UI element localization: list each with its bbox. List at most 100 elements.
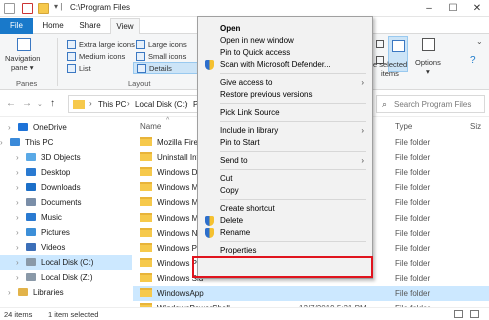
details-label: Details <box>149 64 172 73</box>
folder-icon <box>140 137 152 146</box>
details-view-icon[interactable] <box>454 310 463 318</box>
menu-item-pin-to-start[interactable]: Pin to Start <box>198 137 372 149</box>
tab-home[interactable]: Home <box>36 18 70 34</box>
nav-item-libraries[interactable]: › Libraries <box>0 285 132 300</box>
file-type: File folder <box>395 183 431 192</box>
folder-icon <box>140 243 152 252</box>
menu-item-delete[interactable]: Delete <box>198 215 372 227</box>
expand-chevron-icon[interactable]: › <box>16 210 19 225</box>
expand-chevron-icon[interactable]: › <box>16 180 19 195</box>
menu-item-label: Open <box>220 24 241 33</box>
medium-icons-icon <box>67 52 76 61</box>
file-row[interactable]: WindowsApp File folder <box>133 286 489 301</box>
breadcrumb-this-pc[interactable]: This PC <box>98 100 126 109</box>
nav-item-downloads[interactable]: › Downloads <box>0 180 132 195</box>
layout-group-label: Layout <box>128 79 151 88</box>
small-icons-label: Small icons <box>148 52 187 61</box>
tab-view[interactable]: View <box>110 18 140 34</box>
expand-chevron-icon[interactable]: › <box>16 270 19 285</box>
nav-item-local-disk-z[interactable]: › Local Disk (Z:) <box>0 270 132 285</box>
nav-item-onedrive[interactable]: › OneDrive <box>0 120 132 135</box>
search-placeholder: Search Program Files <box>394 100 472 109</box>
menu-item-pick-link-source[interactable]: Pick Link Source <box>198 107 372 119</box>
nav-item-desktop[interactable]: › Desktop <box>0 165 132 180</box>
maximize-icon[interactable]: ☐ <box>441 0 465 17</box>
folder-icon <box>140 197 152 206</box>
breadcrumb-local-disk[interactable]: Local Disk (C:) <box>135 100 187 109</box>
expand-chevron-icon[interactable]: › <box>0 135 3 150</box>
nav-item-label: OneDrive <box>33 123 67 132</box>
navigation-pane-button[interactable]: Navigation pane ▾ <box>5 38 45 72</box>
nav-item-local-disk-c[interactable]: › Local Disk (C:) <box>0 255 132 270</box>
menu-item-label: Include in library <box>220 126 279 135</box>
expand-chevron-icon[interactable]: › <box>16 225 19 240</box>
minimize-icon[interactable]: – <box>417 0 441 17</box>
menu-item-pin-to-quick-access[interactable]: Pin to Quick access <box>198 47 372 59</box>
properties-quick-icon[interactable] <box>22 3 33 14</box>
nav-item-videos[interactable]: › Videos <box>0 240 132 255</box>
menu-item-label: Pin to Start <box>220 138 260 147</box>
file-name: WindowsApp <box>157 289 204 298</box>
nav-item-documents[interactable]: › Documents <box>0 195 132 210</box>
nav-item-3d-objects[interactable]: › 3D Objects <box>0 150 132 165</box>
desktop-icon <box>26 168 36 176</box>
file-name: Windows Mu <box>157 214 203 223</box>
menu-item-rename[interactable]: Rename <box>198 227 372 239</box>
details-option[interactable]: Details <box>133 62 199 74</box>
tab-file[interactable]: File <box>0 18 33 34</box>
back-icon[interactable]: ← <box>6 98 16 109</box>
up-icon[interactable]: ↑ <box>50 98 55 109</box>
menu-item-label: Scan with Microsoft Defender... <box>220 60 331 69</box>
file-name: Windows Me <box>157 198 203 207</box>
menu-item-give-access-to[interactable]: Give access to › <box>198 77 372 89</box>
options-button[interactable]: Options ▾ <box>414 38 444 76</box>
breadcrumb-separator-icon: › <box>89 99 92 108</box>
menu-item-scan-with-microsoft-defender[interactable]: Scan with Microsoft Defender... <box>198 59 372 71</box>
close-icon[interactable]: ✕ <box>465 0 489 17</box>
picture-icon <box>26 228 36 236</box>
menu-item-open-in-new-window[interactable]: Open in new window <box>198 35 372 47</box>
expand-chevron-icon[interactable]: › <box>16 255 19 270</box>
window-title: C:\Program Files <box>70 3 131 12</box>
file-type: File folder <box>395 168 431 177</box>
nav-item-label: Local Disk (C:) <box>41 258 94 267</box>
forward-icon[interactable]: → <box>22 98 32 109</box>
hide-selected-icon <box>392 40 405 52</box>
menu-item-open[interactable]: Open <box>198 23 372 35</box>
tab-share[interactable]: Share <box>72 18 108 34</box>
column-header-type[interactable]: Type <box>395 122 412 131</box>
nav-item-music[interactable]: › Music <box>0 210 132 225</box>
menu-item-cut[interactable]: Cut <box>198 173 372 185</box>
ribbon-collapse-icon[interactable]: ⌄ <box>476 37 483 46</box>
large-icons-view-icon[interactable] <box>470 310 479 318</box>
expand-chevron-icon[interactable]: › <box>8 285 11 300</box>
menu-item-include-in-library[interactable]: Include in library › <box>198 125 372 137</box>
nav-item-pictures[interactable]: › Pictures <box>0 225 132 240</box>
menu-item-create-shortcut[interactable]: Create shortcut <box>198 203 372 215</box>
file-name: Windows NT <box>157 229 203 238</box>
expand-chevron-icon[interactable]: › <box>16 165 19 180</box>
search-box[interactable]: ⌕ Search Program Files <box>376 95 485 113</box>
expand-chevron-icon[interactable]: › <box>16 195 19 210</box>
expand-chevron-icon[interactable]: › <box>16 150 19 165</box>
menu-item-copy[interactable]: Copy <box>198 185 372 197</box>
quick-access-dropdown-icon[interactable]: ▾ | <box>54 2 62 11</box>
help-icon[interactable]: ? <box>470 55 476 66</box>
folder-icon <box>140 152 152 161</box>
nav-item-this-pc[interactable]: › This PC <box>0 135 132 150</box>
column-header-name[interactable]: Name <box>140 122 161 131</box>
expand-chevron-icon[interactable]: › <box>8 120 11 135</box>
submenu-arrow-icon: › <box>361 78 364 87</box>
item-check-boxes-icon[interactable] <box>376 40 384 48</box>
menu-item-restore-previous-versions[interactable]: Restore previous versions <box>198 89 372 101</box>
navigation-pane: › OneDrive › This PC › 3D Objects › Desktop › Dow… <box>0 117 132 307</box>
new-folder-quick-icon[interactable] <box>38 3 49 14</box>
menu-item-send-to[interactable]: Send to › <box>198 155 372 167</box>
recent-locations-icon[interactable]: ⌄ <box>37 100 43 108</box>
selection-count: 1 item selected <box>48 310 99 319</box>
hide-selected-label-2: items <box>381 69 399 78</box>
expand-chevron-icon[interactable]: › <box>16 240 19 255</box>
column-header-size[interactable]: Siz <box>470 122 481 131</box>
nav-item-label: Documents <box>41 198 82 207</box>
cube-icon <box>26 153 36 161</box>
